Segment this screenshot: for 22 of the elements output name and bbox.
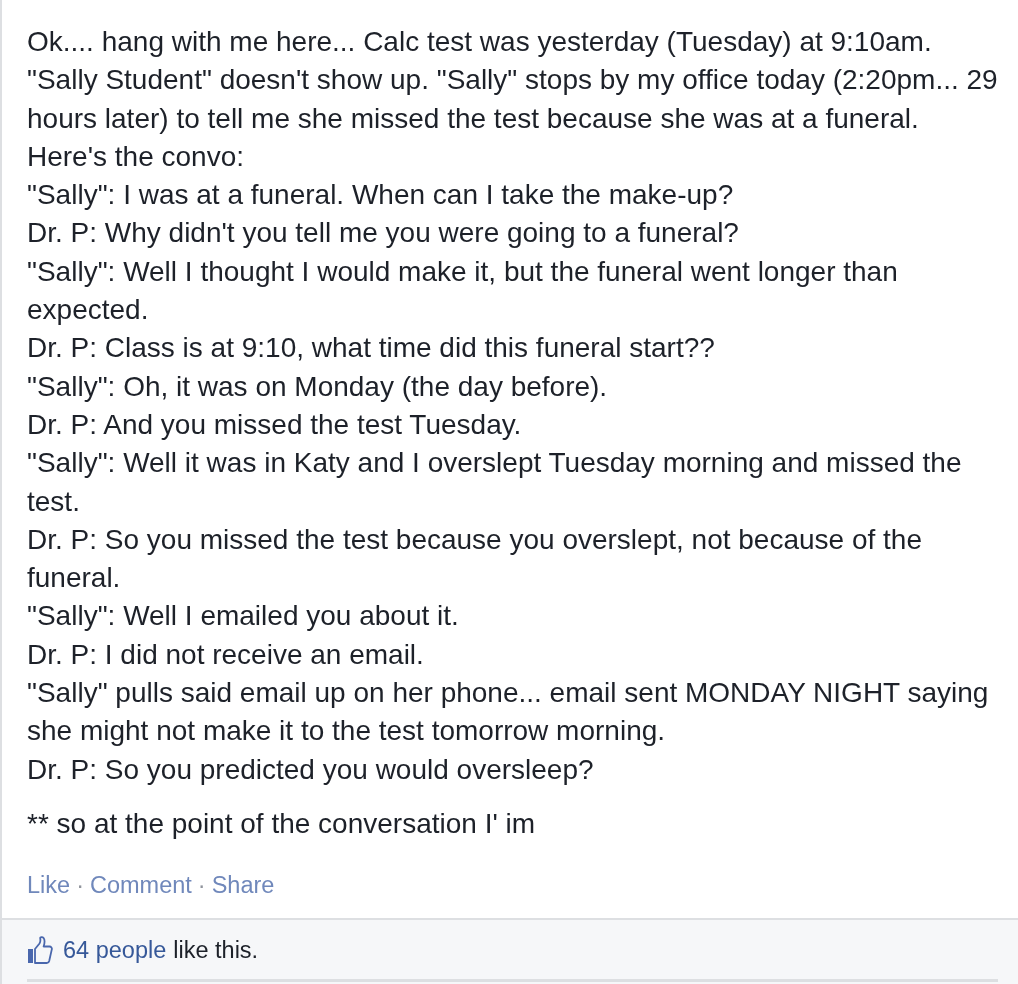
post-action-link[interactable]: Comment [89,870,192,901]
conversation-line: "Sally": Well I emailed you about it. [27,599,460,634]
conversation-line: "Sally": I was at a funeral. When can I take the make-up? [27,178,735,213]
post-action-link[interactable]: Share [211,870,275,901]
conversation-line: "Sally": Well it was in Katy and I overslept Tuesday morning and missed the test. [27,446,963,519]
conversation-line: "Sally" pulls said email up on her phone... email sent MONDAY NIGHT saying she might not make it to the test tomorrow morning. [27,676,990,749]
post-action-link[interactable]: Like [27,870,71,901]
conversation-line: "Sally": Well I thought I would make it, but the funeral went longer than expected. [27,254,899,328]
like-count-text: like this. [173,936,259,965]
conversation-line: Dr. P: Why didn't you tell me you were going to a funeral? [27,216,740,251]
conversation-line: Dr. P: So you predicted you would oversleep? [27,752,595,787]
conversation-line: Dr. P: So you missed the test because you overslept, not because of the funeral. [27,522,923,596]
post-intro-text: Ok.... hang with me here... Calc test was yesterday (Tuesday) at 9:10am. "Sally Student" doesn't show up. "Sally" stops by my office today (2:20pm... 29 hours later) to tell me she missed the test because she was at a funeral. Here's the convo: [27,25,999,174]
thumbs-up-icon [27,936,53,964]
conversation-line: Dr. P: And you missed the test Tuesday. [27,407,523,442]
conversation-line: "Sally": Oh, it was on Monday (the day before). [27,369,609,404]
conversation-line: Dr. P: Class is at 9:10, what time did this funeral start?? [27,331,716,366]
separator-dot: · [197,871,206,901]
separator-dot: · [76,871,84,901]
people-link[interactable]: 64 people [63,935,167,965]
post-footnote-text: ** so at the point of the conversation I' im [27,806,537,841]
conversation-line: Dr. P: I did not receive an email. [27,637,425,672]
